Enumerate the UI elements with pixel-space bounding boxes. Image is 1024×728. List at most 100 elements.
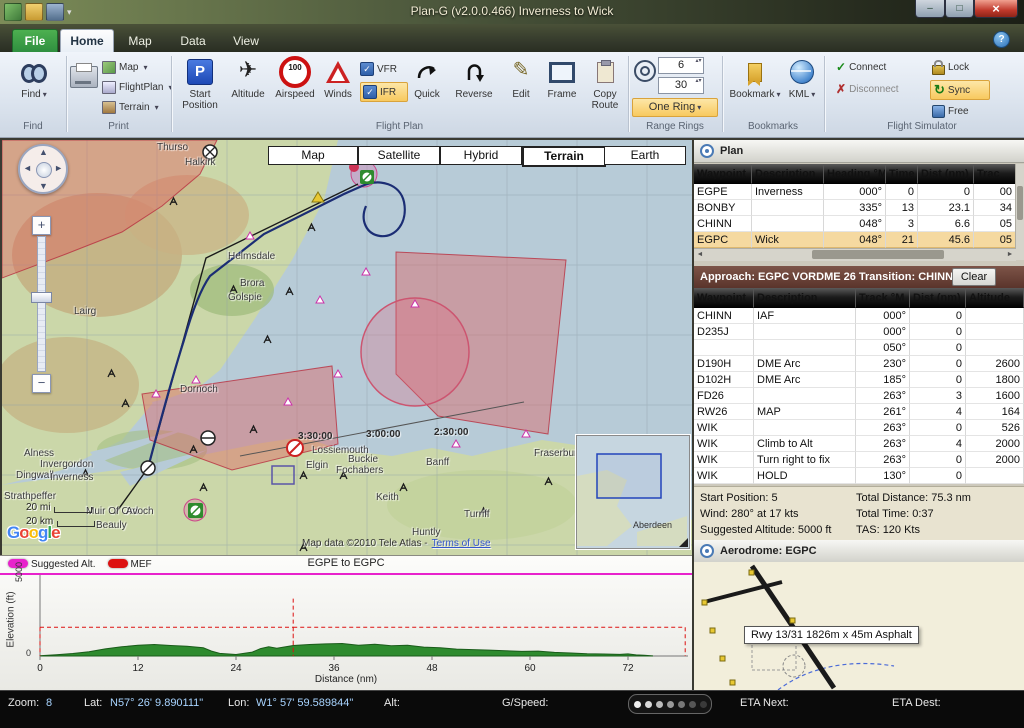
sync-button[interactable]: Sync: [930, 80, 990, 100]
clear-approach-button[interactable]: Clear: [952, 268, 996, 286]
free-button[interactable]: Free: [932, 102, 969, 120]
table-row[interactable]: RW26MAP261°4164: [694, 404, 1024, 420]
table-cell: 05: [974, 216, 1016, 232]
overview-inset-map[interactable]: Aberdeen: [576, 435, 690, 549]
inset-resize-grip[interactable]: [679, 538, 688, 547]
vfr-toggle[interactable]: VFR: [360, 60, 402, 78]
plan-vertical-scrollbar[interactable]: [1015, 164, 1024, 260]
table-row[interactable]: D190HDME Arc230°02600: [694, 356, 1024, 372]
table-row[interactable]: CHINNIAF000°0: [694, 308, 1024, 324]
tab-file[interactable]: File: [12, 29, 58, 52]
zoom-slider-track[interactable]: [37, 236, 46, 372]
table-cell: WIK: [694, 436, 754, 452]
tab-view[interactable]: View: [222, 30, 270, 52]
column-header: Dist (nm): [910, 288, 966, 308]
quick-button[interactable]: Quick: [406, 57, 448, 100]
reverse-button[interactable]: Reverse: [450, 57, 498, 100]
terms-of-use-link[interactable]: Terms of Use: [432, 538, 491, 549]
ring-mode-dropdown[interactable]: One Ring: [632, 98, 718, 117]
airspeed-button[interactable]: 100 Airspeed: [272, 57, 318, 100]
plan-horizontal-scrollbar[interactable]: ◄►: [694, 248, 1016, 261]
pan-center-icon[interactable]: [36, 162, 52, 178]
pan-up-icon[interactable]: ▲: [39, 147, 48, 157]
start-position-icon: P: [187, 59, 213, 85]
maximize-button[interactable]: [945, 0, 974, 18]
pan-right-icon[interactable]: ►: [54, 163, 63, 173]
lock-button[interactable]: Lock: [932, 58, 969, 76]
altitude-button[interactable]: Altitude: [226, 57, 270, 100]
printer-icon[interactable]: [70, 66, 98, 88]
svg-text:24: 24: [230, 663, 242, 674]
table-cell: BONBY: [694, 200, 752, 216]
plan-section-header[interactable]: Plan: [694, 140, 1024, 163]
ring-radius-spinner[interactable]: 30: [658, 77, 704, 94]
map-place-label: Lairg: [74, 306, 96, 317]
edit-button[interactable]: Edit: [502, 57, 540, 100]
winds-button[interactable]: Winds: [318, 57, 358, 100]
maptype-terrain-button[interactable]: Terrain: [522, 146, 606, 167]
bookmark-button[interactable]: Bookmark: [728, 57, 782, 100]
help-button[interactable]: [993, 31, 1010, 48]
print-map-button[interactable]: Map: [102, 58, 147, 76]
pan-left-icon[interactable]: ◄: [23, 163, 32, 173]
table-cell: 000°: [856, 308, 910, 324]
table-row[interactable]: WIKTurn right to fix263°02000: [694, 452, 1024, 468]
connect-button[interactable]: Connect: [836, 58, 886, 76]
minimize-button[interactable]: [915, 0, 945, 18]
close-button[interactable]: [974, 0, 1018, 18]
table-row[interactable]: EGPCWick048°2145.605: [694, 232, 1016, 248]
eta-dest-label: ETA Dest:: [892, 697, 941, 709]
table-row[interactable]: WIK263°0526: [694, 420, 1024, 436]
kml-button[interactable]: KML: [784, 57, 820, 100]
table-row[interactable]: CHINN048°36.605: [694, 216, 1016, 232]
table-row[interactable]: BONBY335°1323.134: [694, 200, 1016, 216]
map-canvas[interactable]: ThursoHalkirkHelmsdaleBroraGolspieLairgD…: [2, 140, 692, 555]
map-place-label: Alness: [24, 448, 54, 459]
table-cell: 130°: [856, 468, 910, 484]
frame-button[interactable]: Frame: [542, 57, 582, 100]
maptype-satellite-button[interactable]: Satellite: [358, 146, 440, 165]
table-header-row: WaypointDescriptionTrack °MDist (nm)Alti…: [694, 288, 1024, 308]
disconnect-button[interactable]: Disconnect: [836, 80, 899, 98]
ifr-toggle[interactable]: IFR: [360, 82, 408, 102]
table-row[interactable]: FD26263°31600: [694, 388, 1024, 404]
zoom-in-button[interactable]: +: [32, 216, 51, 235]
table-row[interactable]: D235J000°0: [694, 324, 1024, 340]
tab-home[interactable]: Home: [60, 29, 114, 52]
map-pan-control[interactable]: ▲ ▼ ◄ ►: [18, 144, 68, 194]
table-row[interactable]: D102HDME Arc185°01800: [694, 372, 1024, 388]
tab-data[interactable]: Data: [168, 30, 218, 52]
copy-route-button[interactable]: Copy Route: [584, 57, 626, 111]
table-row[interactable]: 050°0: [694, 340, 1024, 356]
maptype-earth-button[interactable]: Earth: [604, 146, 686, 165]
table-cell: 34: [974, 200, 1016, 216]
summary-tas: TAS: 120 Kts: [856, 522, 971, 538]
group-label-find: Find: [0, 121, 66, 134]
table-cell: D235J: [694, 324, 754, 340]
tab-map[interactable]: Map: [116, 30, 164, 52]
clipboard-icon: [597, 62, 614, 83]
table-cell: 3: [910, 388, 966, 404]
start-position-button[interactable]: P Start Position: [176, 57, 224, 111]
table-row[interactable]: EGPEInverness000°0000: [694, 184, 1016, 200]
print-flightplan-button[interactable]: FlightPlan: [102, 78, 172, 96]
route-time-label: 3:30:00: [298, 431, 332, 442]
table-row[interactable]: WIKHOLD130°0: [694, 468, 1024, 484]
find-button[interactable]: Find: [10, 57, 58, 100]
print-terrain-button[interactable]: Terrain: [102, 98, 159, 116]
maptype-hybrid-button[interactable]: Hybrid: [440, 146, 522, 165]
vfr-check-icon: [360, 62, 374, 76]
table-cell: FD26: [694, 388, 754, 404]
ifr-check-icon: [363, 85, 377, 99]
maptype-map-button[interactable]: Map: [268, 146, 358, 165]
aerodrome-section-header[interactable]: Aerodrome: EGPC: [694, 540, 1024, 563]
map-place-label: Fochabers: [336, 465, 383, 476]
map-place-label: Huntly: [412, 527, 440, 538]
ring-count-spinner[interactable]: 6: [658, 57, 704, 74]
airport-diagram[interactable]: Rwy 13/31 1826m x 45m Asphalt: [694, 562, 1024, 690]
reverse-uturn-icon: [462, 57, 486, 87]
zoom-slider-handle[interactable]: [31, 292, 52, 303]
pan-down-icon[interactable]: ▼: [39, 181, 48, 191]
zoom-out-button[interactable]: −: [32, 374, 51, 393]
table-row[interactable]: WIKClimb to Alt263°42000: [694, 436, 1024, 452]
